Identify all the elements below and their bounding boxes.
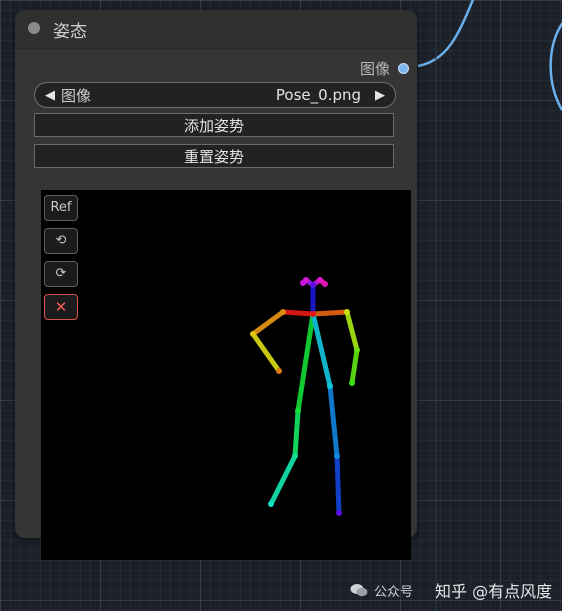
watermark: 公众号 知乎 @有点风度 — [350, 578, 552, 602]
output-connector-icon[interactable] — [398, 62, 409, 74]
combo-prev-icon[interactable]: ◀ — [41, 88, 59, 103]
reset-pose-button[interactable]: 重置姿势 — [34, 144, 394, 168]
pose-skeleton[interactable] — [41, 190, 411, 560]
combo-label: 图像 — [61, 86, 92, 105]
wechat-icon — [350, 584, 368, 597]
collapse-dot-icon[interactable] — [28, 22, 40, 34]
watermark-channel: 公众号 — [374, 584, 414, 600]
combo-value: Pose_0.png — [275, 86, 361, 104]
pose-canvas[interactable]: Ref ⟲ ⟳ ✕ — [41, 190, 411, 560]
combo-next-icon[interactable]: ▶ — [371, 88, 389, 103]
image-combo[interactable]: ◀ 图像 Pose_0.png ▶ — [34, 82, 396, 108]
watermark-zhihu: 知乎 @有点风度 — [435, 582, 553, 601]
node-header[interactable]: 姿态 — [15, 10, 417, 49]
node-title: 姿态 — [53, 22, 87, 42]
output-label: 图像 — [359, 59, 390, 78]
add-pose-button[interactable]: 添加姿势 — [34, 113, 394, 137]
output-slot: 图像 — [360, 58, 409, 78]
